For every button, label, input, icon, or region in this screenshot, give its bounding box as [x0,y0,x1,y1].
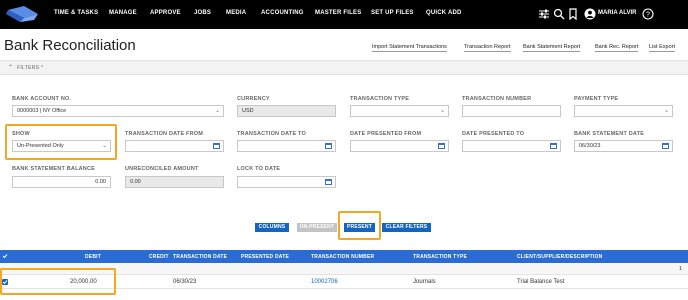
column-debit[interactable]: DEBIT [85,254,101,260]
bank-statement-balance-label: BANK STATEMENT BALANCE [12,166,96,172]
calendar-icon[interactable] [213,143,220,149]
nav-jobs[interactable]: JOBS [194,10,211,16]
date-presented-from-label: DATE PRESENTED FROM [350,131,422,137]
date-presented-to-label: DATE PRESENTED TO [462,131,525,137]
group-count: 1 [678,266,682,272]
user-icon[interactable] [584,8,596,20]
payment-type-select[interactable]: ⌄ [574,105,673,117]
clear-filters-button[interactable]: CLEAR FILTERS [382,223,431,232]
currency-label: CURRENCY [237,96,270,102]
row-transaction-number-link[interactable]: 10002706 [311,279,338,285]
currency-value: USD [242,108,254,114]
bank-statement-date-value: 06/30/23 [579,143,601,149]
row-client-description: Trial Balance Test [517,279,565,285]
chevron-down-icon: ⌄ [214,108,220,114]
chevron-down-icon: ⌄ [663,108,669,114]
lock-to-date-label: LOCK TO DATE [237,166,281,172]
search-icon[interactable] [553,8,565,20]
nav-accounting[interactable]: ACCOUNTING [261,10,304,16]
bank-account-select[interactable]: 0000003 | NY Office ⌄ [12,105,224,117]
column-presented-date[interactable]: PRESENTED DATE [241,254,289,260]
transaction-type-label: TRANSACTION TYPE [350,96,410,102]
date-presented-from-input[interactable] [350,140,449,152]
sliders-icon[interactable] [538,8,550,20]
transaction-date-to-label: TRANSACTION DATE TO [237,131,306,137]
un-present-button[interactable]: UN-PRESENT [297,223,337,232]
unreconciled-amount-value: 0.00 [130,179,141,185]
bank-statement-date-input[interactable]: 06/30/23 [574,140,673,152]
list-export-link[interactable]: List Export [649,44,675,52]
transaction-number-label: TRANSACTION NUMBER [462,96,532,102]
debit-highlight-box [0,268,116,295]
nav-manage[interactable]: MANAGE [109,10,137,16]
help-icon[interactable]: ? [642,8,654,20]
chevron-down-icon: ⌄ [439,108,445,114]
select-all-checkbox[interactable] [2,253,8,259]
calendar-icon[interactable] [325,143,332,149]
transaction-date-from-label: TRANSACTION DATE FROM [125,131,204,137]
bank-account-label: BANK ACCOUNT NO. [12,96,72,102]
nav-set-up-files[interactable]: SET UP FILES [371,10,414,16]
bank-statement-date-label: BANK STATEMENT DATE [574,131,645,137]
column-transaction-number[interactable]: TRANSACTION NUMBER [311,254,374,260]
nav-quick-add[interactable]: QUICK ADD [426,10,462,16]
bank-statement-balance-input[interactable]: 0.00 [12,176,111,188]
nav-time-tasks[interactable]: TIME & TASKS [54,10,98,16]
company-logo[interactable] [4,4,44,24]
unreconciled-amount-field: 0.00 [125,176,224,188]
row-transaction-date: 06/30/23 [173,279,197,285]
unreconciled-amount-label: UNRECONCILED AMOUNT [125,166,199,172]
table-header: DEBIT CREDIT TRANSACTION DATE PRESENTED … [0,250,688,263]
bank-statement-balance-value: 0.00 [95,179,106,185]
bookmark-icon[interactable] [567,8,579,20]
transaction-report-link[interactable]: Transaction Report [464,44,511,52]
lock-to-date-input[interactable] [237,176,336,188]
nav-approve[interactable]: APPROVE [150,10,181,16]
payment-type-label: PAYMENT TYPE [574,96,619,102]
user-name[interactable]: MARIA ALVIR [598,10,636,16]
transaction-number-input[interactable] [462,105,561,117]
transaction-date-to-input[interactable] [237,140,336,152]
nav-master-files[interactable]: MASTER FILES [315,10,361,16]
currency-field: USD [237,105,336,117]
chevron-up-icon: ⌃ [8,65,14,71]
column-credit[interactable]: CREDIT [149,254,169,260]
filters-toggle[interactable]: ⌃ FILTERS * [0,60,688,75]
transaction-type-select[interactable]: ⌄ [350,105,449,117]
column-transaction-type[interactable]: TRANSACTION TYPE [413,254,467,260]
nav-media[interactable]: MEDIA [226,10,246,16]
filters-label: FILTERS * [17,65,44,71]
transaction-date-from-input[interactable] [125,140,224,152]
top-navigation-bar: TIME & TASKS MANAGE APPROVE JOBS MEDIA A… [0,0,688,29]
bank-statement-report-link[interactable]: Bank Statement Report [523,44,581,52]
bank-rec-report-link[interactable]: Bank Rec. Report [595,44,639,52]
calendar-icon[interactable] [438,143,445,149]
row-transaction-type: Journals [413,279,436,285]
column-client-supplier-description[interactable]: CLIENT/SUPPLIER/DESCRIPTION [517,254,602,260]
page-title: Bank Reconciliation [4,37,136,54]
present-highlight-box [338,211,381,240]
calendar-icon[interactable] [662,143,669,149]
svg-text:?: ? [646,12,650,19]
show-highlight-box [5,124,117,160]
column-transaction-date[interactable]: TRANSACTION DATE [173,254,227,260]
import-statement-transactions-link[interactable]: Import Statement Transactions [372,44,447,52]
date-presented-to-input[interactable] [462,140,561,152]
bank-account-value: 0000003 | NY Office [17,108,67,114]
columns-button[interactable]: COLUMNS [255,223,289,232]
calendar-icon[interactable] [550,143,557,149]
calendar-icon[interactable] [325,179,332,185]
